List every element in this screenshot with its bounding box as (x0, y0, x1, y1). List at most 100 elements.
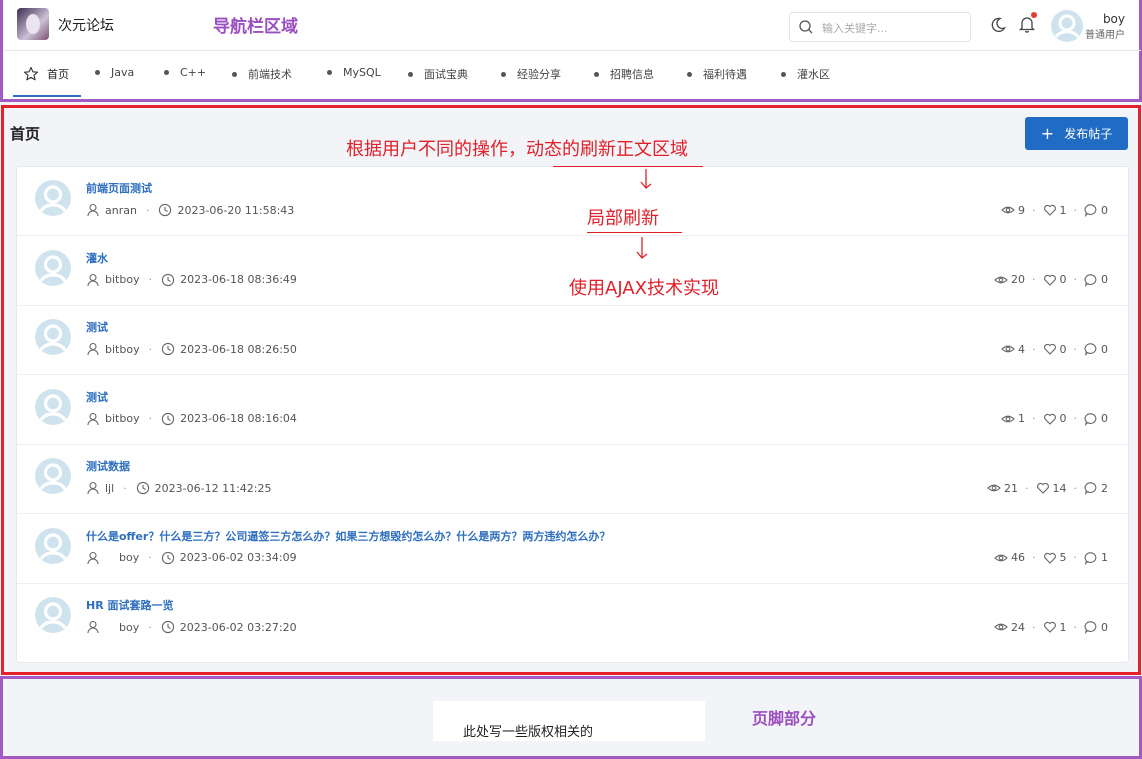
nav-item-label: 前端技术 (248, 68, 292, 81)
plus-icon: + (1040, 123, 1055, 143)
like-count: 0 (1059, 412, 1067, 425)
like-count: 0 (1059, 342, 1067, 356)
heart-icon (1043, 621, 1056, 633)
author-avatar-icon[interactable] (35, 319, 71, 355)
page-title: 首页 (10, 125, 41, 143)
post-author[interactable]: boy (119, 621, 139, 634)
post-stats: 9 · 1 · 0 (1001, 203, 1108, 217)
author-avatar-icon[interactable] (35, 527, 71, 564)
copyright-box: 此处写一些版权相关的 (433, 701, 705, 741)
post-row[interactable]: 测试 bitboy · 2023-06-18 08:26:50 4 · 0 · 0 (17, 306, 1128, 375)
post-title[interactable]: HR 面试套路一览 (86, 597, 174, 613)
post-author[interactable]: boy (119, 551, 139, 564)
bullet-icon (164, 70, 169, 75)
nav-item-interview[interactable]: 面试宝典 (408, 66, 468, 82)
bullet-icon (687, 71, 692, 77)
post-title[interactable]: 什么是offer？什么是三方？公司逼签三方怎么办？如果三方想毁约怎么办？什么是两… (86, 528, 610, 544)
post-author[interactable]: ljl (105, 482, 114, 495)
post-title[interactable]: 测试 (86, 319, 108, 335)
site-logo[interactable] (17, 8, 49, 40)
search-icon (799, 20, 813, 34)
nav-item-benefits[interactable]: 福利待遇 (687, 66, 747, 82)
post-row[interactable]: 测试 bitboy · 2023-06-18 08:16:04 1 · 0 · 0 (17, 376, 1128, 445)
site-name[interactable]: 次元论坛 (58, 15, 114, 35)
nav-item-label: 灌水区 (797, 68, 830, 81)
author-avatar-icon[interactable] (35, 597, 71, 633)
user-name[interactable]: boy (1085, 12, 1125, 26)
post-meta: anran · 2023-06-20 11:58:43 (86, 203, 294, 217)
nav-item-jobs[interactable]: 招聘信息 (594, 66, 654, 82)
heart-icon (1043, 274, 1056, 286)
author-avatar-icon[interactable] (35, 180, 71, 216)
clock-icon (159, 203, 172, 217)
header-region: 次元论坛 导航栏区域 boy 普通用户 (0, 0, 1142, 102)
nav-item-water[interactable]: 灌水区 (781, 66, 830, 82)
view-count: 9 (1018, 203, 1025, 217)
post-author[interactable]: bitboy (105, 412, 140, 425)
author-avatar-icon[interactable] (35, 458, 71, 494)
divider (141, 50, 1141, 51)
post-stats: 24 · 1 · 0 (994, 620, 1108, 634)
search-box[interactable] (789, 12, 971, 42)
heart-icon (1043, 343, 1056, 355)
post-author[interactable]: bitboy (105, 273, 140, 286)
post-meta: bitboy · 2023-06-18 08:26:50 (86, 342, 297, 356)
nav-item-label: 招聘信息 (610, 68, 654, 81)
bullet-icon (232, 71, 237, 77)
post-author[interactable]: anran (105, 204, 137, 217)
post-meta: boy · 2023-06-02 03:34:09 (86, 551, 297, 565)
post-stats: 20 · 0 · 0 (994, 273, 1108, 287)
comment-icon (1084, 273, 1097, 287)
comment-icon (1084, 621, 1097, 634)
view-count: 20 (1011, 273, 1025, 286)
separator: · (1032, 273, 1036, 286)
arrow-down-icon (640, 169, 652, 189)
separator: · (1073, 412, 1078, 425)
bullet-icon (781, 71, 786, 77)
bullet-icon (501, 71, 506, 77)
author-avatar-icon[interactable] (35, 249, 71, 286)
nav-item-mysql[interactable]: MySQL (327, 66, 381, 79)
search-input[interactable] (822, 18, 962, 38)
post-row[interactable]: HR 面试套路一览 boy · 2023-06-02 03:27:20 24 · 1 · 0 (17, 584, 1128, 653)
nav-item-home[interactable]: 首页 (23, 66, 69, 82)
view-count: 46 (1011, 551, 1025, 564)
publish-post-button[interactable]: + 发布帖子 (1025, 117, 1128, 150)
nav-item-cpp[interactable]: C++ (164, 66, 206, 79)
separator: · (1032, 342, 1036, 356)
post-author[interactable]: bitboy (105, 343, 140, 356)
nav-item-experience[interactable]: 经验分享 (501, 66, 561, 82)
separator: · (1073, 620, 1078, 634)
nav-item-frontend[interactable]: 前端技术 (232, 66, 292, 82)
post-time: 2023-06-18 08:16:04 (180, 412, 297, 425)
separator: · (1073, 551, 1078, 564)
separator: · (148, 551, 152, 564)
annotation-dynamic-refresh: 根据用户不同的操作，动态的刷新正文区域 (346, 139, 688, 160)
comment-icon (1084, 482, 1097, 495)
separator: · (148, 342, 153, 356)
post-title[interactable]: 测试数据 (86, 458, 130, 474)
post-title[interactable]: 灌水 (86, 250, 108, 266)
view-count: 4 (1018, 342, 1025, 356)
view-count: 1 (1018, 412, 1025, 425)
post-title[interactable]: 测试 (86, 389, 108, 405)
comment-count: 0 (1101, 342, 1108, 356)
post-row[interactable]: 测试数据 ljl · 2023-06-12 11:42:25 21 · 14 · 2 (17, 445, 1128, 514)
divider (3, 50, 141, 51)
post-row[interactable]: 前端页面测试 anran · 2023-06-20 11:58:43 9 · 1 · 0 (17, 167, 1128, 236)
clock-icon (136, 481, 149, 495)
heart-icon (1043, 552, 1056, 564)
separator: · (1032, 551, 1036, 564)
like-count: 5 (1059, 551, 1067, 564)
user-icon (87, 342, 99, 356)
moon-icon[interactable] (989, 16, 1007, 34)
post-time: 2023-06-02 03:27:20 (179, 620, 297, 634)
star-icon (23, 66, 39, 81)
author-avatar-icon[interactable] (35, 388, 71, 425)
separator: · (1032, 412, 1036, 425)
post-row[interactable]: 什么是offer？什么是三方？公司逼签三方怎么办？如果三方想毁约怎么办？什么是两… (17, 515, 1128, 584)
user-icon (87, 203, 99, 217)
clock-icon (161, 342, 175, 356)
nav-item-java[interactable]: Java (95, 66, 134, 79)
post-title[interactable]: 前端页面测试 (86, 180, 152, 196)
